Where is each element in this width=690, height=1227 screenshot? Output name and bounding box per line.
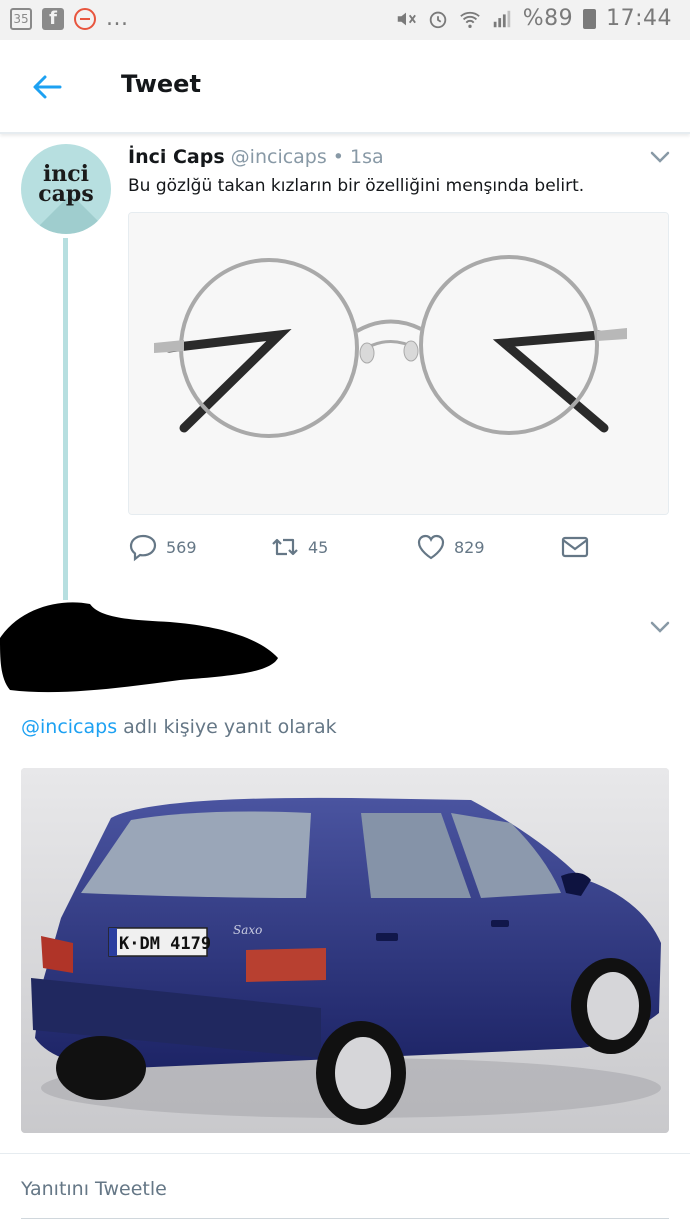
facebook-icon: f bbox=[42, 7, 64, 30]
retweet-icon bbox=[272, 538, 298, 556]
retweet-count: 45 bbox=[308, 537, 329, 557]
like-action[interactable]: 829 bbox=[416, 532, 485, 562]
status-bar: 35 f ... %89 17:44 bbox=[0, 0, 690, 40]
reply-action[interactable]: 569 bbox=[128, 532, 197, 562]
heart-icon bbox=[417, 534, 445, 560]
tweet-actions: 569 45 829 bbox=[128, 532, 669, 568]
status-bar-right: %89 17:44 bbox=[395, 6, 672, 31]
wifi-icon bbox=[459, 11, 480, 28]
tweet-time: 1sa bbox=[350, 146, 384, 168]
battery-percent: %89 bbox=[522, 6, 574, 31]
composer-divider bbox=[0, 1153, 690, 1154]
author-name[interactable]: İnci Caps bbox=[128, 146, 225, 168]
car-badge-text: Saxo bbox=[233, 923, 262, 937]
app-bar: Tweet bbox=[0, 40, 690, 134]
reply-icon bbox=[129, 534, 157, 562]
reply-media-car[interactable]: K·DM 4179 Saxo bbox=[21, 768, 669, 1133]
envelope-icon bbox=[561, 536, 589, 558]
gallery-icon: 35 bbox=[10, 7, 32, 30]
composer-underline bbox=[21, 1218, 669, 1219]
tweet-header: İnci Caps @incicaps • 1sa bbox=[128, 146, 384, 168]
avatar-logo-text: inci caps bbox=[38, 161, 94, 207]
mute-icon bbox=[397, 12, 416, 25]
chevron-down-icon[interactable] bbox=[650, 150, 670, 164]
back-arrow-icon[interactable] bbox=[30, 70, 64, 104]
reply-composer-input[interactable]: Yanıtını Tweetle bbox=[21, 1178, 167, 1200]
page-title: Tweet bbox=[121, 70, 201, 98]
status-time: 17:44 bbox=[606, 6, 672, 31]
tweet-text: Bu gözlğü takan kızların bir özelliğini … bbox=[128, 176, 585, 196]
author-handle[interactable]: @incicaps bbox=[231, 146, 327, 168]
chevron-down-icon[interactable] bbox=[650, 620, 670, 634]
tweet-media-glasses[interactable] bbox=[128, 212, 669, 515]
battery-icon bbox=[583, 8, 597, 29]
like-count: 829 bbox=[454, 537, 485, 557]
replying-to: @incicaps adlı kişiye yanıt olarak bbox=[21, 716, 337, 738]
thread-line bbox=[63, 238, 68, 600]
dm-action[interactable] bbox=[560, 532, 590, 562]
blocked-icon bbox=[74, 7, 96, 30]
signal-icon bbox=[493, 10, 510, 27]
avatar[interactable]: inci caps bbox=[21, 144, 111, 234]
alarm-icon bbox=[429, 11, 446, 28]
status-ellipsis: ... bbox=[106, 6, 129, 31]
status-bar-left: 35 f ... bbox=[10, 6, 128, 31]
reply-mention[interactable]: @incicaps bbox=[21, 716, 117, 738]
reply-count: 569 bbox=[166, 537, 197, 557]
car-image: K·DM 4179 Saxo bbox=[21, 768, 669, 1133]
license-plate-text: K·DM 4179 bbox=[119, 934, 211, 954]
reply-suffix: adlı kişiye yanıt olarak bbox=[117, 716, 337, 738]
retweet-action[interactable]: 45 bbox=[270, 532, 328, 562]
redacted-author bbox=[0, 602, 278, 693]
glasses-image bbox=[129, 213, 668, 514]
separator-dot: • bbox=[332, 146, 344, 168]
